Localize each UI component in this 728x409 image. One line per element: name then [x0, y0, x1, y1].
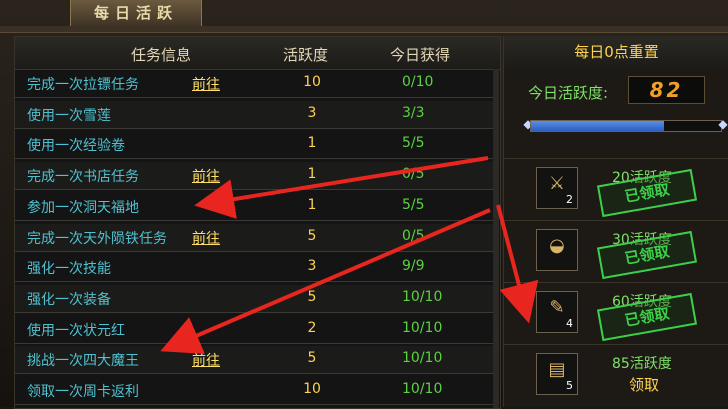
activity-points: 3 — [307, 104, 317, 121]
activity-points: 5 — [307, 350, 317, 367]
window-title: 每日活跃 — [70, 0, 202, 29]
scrollbar[interactable] — [493, 69, 499, 408]
window-frame: 每日活跃 任务信息 活跃度 今日获得 完成一次拉镖任务 前往 10 0/10 使用一次雪… — [0, 0, 728, 409]
task-name: 完成一次天外陨铁任务 — [27, 230, 167, 247]
today-progress: 10/10 — [402, 381, 443, 397]
task-table: 任务信息 活跃度 今日获得 完成一次拉镖任务 前往 10 0/10 使用一次雪莲 3 3/3… — [14, 36, 501, 409]
task-name: 使用一次经验卷 — [27, 138, 125, 155]
header-activity: 活跃度 — [283, 46, 329, 64]
task-name: 领取一次周卡返利 — [27, 384, 139, 400]
activity-points: 5 — [307, 227, 317, 244]
table-row: 参加一次洞天福地 1 5/5 — [15, 193, 493, 221]
table-row: 完成一次拉镖任务 前往 10 0/10 — [15, 70, 493, 98]
go-link[interactable]: 前往 — [192, 74, 220, 94]
reward-tier: ◒ 30活跃度 已领取 — [504, 220, 728, 280]
table-row: 使用一次状元红 2 10/10 — [15, 316, 493, 344]
today-progress: 10/10 — [402, 350, 443, 367]
reward-item-slot[interactable]: ▤ 5 — [536, 353, 578, 395]
claim-button[interactable]: 领取 — [629, 374, 659, 395]
task-name: 使用一次雪莲 — [27, 107, 111, 124]
reward-item-slot[interactable]: ⚔ 2 — [536, 167, 578, 209]
today-progress: 0/10 — [402, 74, 434, 90]
task-name: 使用一次状元红 — [27, 322, 125, 339]
today-progress: 9/9 — [402, 258, 425, 275]
table-row: 领取一次周卡返利 10 10/10 — [15, 377, 493, 405]
reward-tier: ✎ 4 60活跃度 已领取 — [504, 282, 728, 342]
reward-tier: ⚔ 2 20活跃度 已领取 — [504, 158, 728, 218]
today-activity-label: 今日活跃度: — [528, 84, 609, 102]
today-progress: 5/5 — [402, 196, 425, 213]
activity-points: 2 — [307, 319, 317, 336]
activity-points: 10 — [303, 381, 321, 397]
table-row: 挑战一次四大魔王 前往 5 10/10 — [15, 346, 493, 375]
task-name: 完成一次拉镖任务 — [27, 77, 139, 93]
activity-points: 10 — [303, 74, 321, 90]
task-name: 强化一次装备 — [27, 291, 111, 308]
task-name: 完成一次书店任务 — [27, 169, 139, 186]
go-link[interactable]: 前往 — [192, 166, 220, 186]
task-rows: 完成一次拉镖任务 前往 10 0/10 使用一次雪莲 3 3/3 使用一次经验卷 1 5/5 完成一… — [15, 70, 493, 408]
item-count: 4 — [566, 317, 573, 330]
reset-notice: 每日0点重置 — [504, 36, 728, 68]
activity-points: 1 — [307, 196, 317, 213]
item-count: 2 — [566, 193, 573, 206]
reward-item-slot[interactable]: ✎ 4 — [536, 291, 578, 333]
reward-threshold: 85活跃度 — [612, 356, 672, 372]
top-border — [0, 26, 728, 33]
today-progress: 0/5 — [402, 227, 425, 244]
activity-points: 3 — [307, 258, 317, 275]
today-progress: 10/10 — [402, 319, 443, 336]
today-progress: 5/5 — [402, 135, 425, 152]
table-row: 强化一次装备 5 10/10 — [15, 284, 493, 313]
activity-points: 5 — [307, 288, 317, 305]
table-row: 强化一次技能 3 9/9 — [15, 254, 493, 283]
reward-item-slot[interactable]: ◒ — [536, 229, 578, 271]
table-row: 完成一次书店任务 前往 1 0/5 — [15, 162, 493, 191]
table-row: 完成一次天外陨铁任务 前往 5 0/5 — [15, 223, 493, 252]
activity-progress-fill — [531, 121, 664, 131]
bar-right-cap-icon: ◆ — [718, 117, 728, 131]
table-header: 任务信息 活跃度 今日获得 — [15, 37, 500, 70]
header-today-gain: 今日获得 — [390, 46, 451, 64]
task-name: 挑战一次四大魔王 — [27, 353, 139, 370]
today-activity-value: 82 — [628, 76, 705, 104]
rice-bowl-icon: ◒ — [549, 235, 565, 256]
task-name: 强化一次技能 — [27, 261, 111, 278]
table-row: 使用一次经验卷 1 5/5 — [15, 131, 493, 160]
activity-progress-bar — [530, 120, 722, 132]
today-progress: 10/10 — [402, 288, 443, 305]
today-progress: 0/5 — [402, 166, 425, 183]
item-count: 5 — [566, 379, 573, 392]
task-name: 参加一次洞天福地 — [27, 199, 139, 216]
today-progress: 3/3 — [402, 104, 425, 121]
go-link[interactable]: 前往 — [192, 228, 220, 248]
activity-points: 1 — [307, 166, 317, 183]
reward-panel: 每日0点重置 今日活跃度: 82 ◆ ◆ ⚔ 2 20活跃度 已领取 ◒ 30活跃度 已领取… — [503, 36, 728, 407]
activity-points: 1 — [307, 135, 317, 152]
table-row: 使用一次雪莲 3 3/3 — [15, 100, 493, 129]
go-link[interactable]: 前往 — [192, 350, 220, 370]
header-task-info: 任务信息 — [131, 46, 192, 64]
reward-tier: ▤ 5 85活跃度领取 — [504, 344, 728, 403]
